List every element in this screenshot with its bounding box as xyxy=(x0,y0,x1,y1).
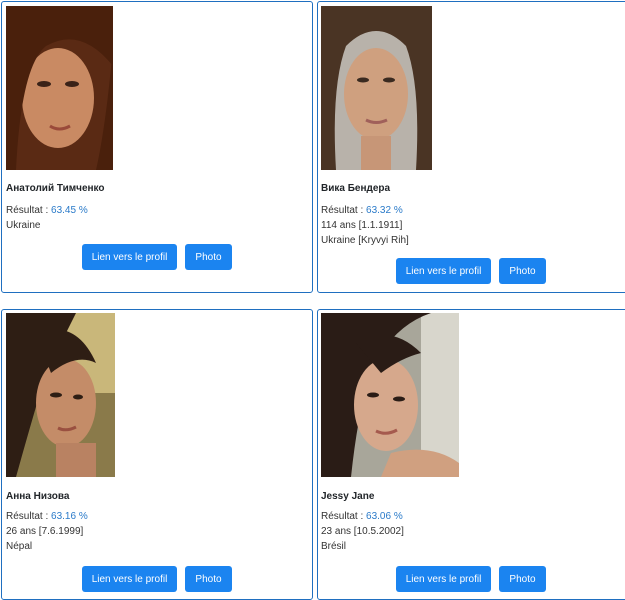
profile-link-button[interactable]: Lien vers le profil xyxy=(82,244,177,270)
profile-photo[interactable] xyxy=(321,6,432,170)
result-label: Résultat : xyxy=(6,205,52,216)
result-score: 63.16 % xyxy=(51,511,88,522)
country-line: Brésil xyxy=(321,541,347,552)
result-line: Résultat : 63.16 % xyxy=(6,511,88,522)
card-name: Анна Низова xyxy=(6,491,70,502)
age-line: 23 ans [10.5.2002] xyxy=(321,526,404,537)
profile-link-button[interactable]: Lien vers le profil xyxy=(82,566,177,592)
result-score: 63.06 % xyxy=(366,511,403,522)
age-line: 26 ans [7.6.1999] xyxy=(6,526,84,537)
result-line: Résultat : 63.06 % xyxy=(321,511,403,522)
card-name: Анатолий Тимченко xyxy=(6,183,105,194)
age-line: 114 ans [1.1.1911] xyxy=(321,220,403,231)
result-card-3: Анна Низова Résultat : 63.16 % 26 ans [7… xyxy=(1,309,313,600)
result-card-4: Jessy Jane Résultat : 63.06 % 23 ans [10… xyxy=(317,309,625,600)
result-line: Résultat : 63.45 % xyxy=(6,205,88,216)
profile-photo[interactable] xyxy=(321,313,459,477)
result-label: Résultat : xyxy=(6,511,52,522)
photo-button[interactable]: Photo xyxy=(499,566,546,592)
profile-photo[interactable] xyxy=(6,313,115,477)
result-label: Résultat : xyxy=(321,511,367,522)
profile-link-button[interactable]: Lien vers le profil xyxy=(396,258,491,284)
profile-photo[interactable] xyxy=(6,6,113,170)
country-line: Népal xyxy=(6,541,33,552)
result-card-2: Вика Бендера Résultat : 63.32 % 114 ans … xyxy=(317,1,625,293)
result-label: Résultat : xyxy=(321,205,367,216)
profile-link-button[interactable]: Lien vers le profil xyxy=(396,566,491,592)
result-score: 63.32 % xyxy=(366,205,403,216)
result-score: 63.45 % xyxy=(51,205,88,216)
photo-button[interactable]: Photo xyxy=(185,244,232,270)
photo-button[interactable]: Photo xyxy=(185,566,232,592)
result-card-1: Анатолий Тимченко Résultat : 63.45 % Ukr… xyxy=(1,1,313,293)
photo-button[interactable]: Photo xyxy=(499,258,546,284)
card-name: Jessy Jane xyxy=(321,491,375,502)
country-line: Ukraine [Kryvyi Rih] xyxy=(321,235,409,246)
card-name: Вика Бендера xyxy=(321,183,391,194)
result-line: Résultat : 63.32 % xyxy=(321,205,403,216)
country-line: Ukraine xyxy=(6,220,41,231)
